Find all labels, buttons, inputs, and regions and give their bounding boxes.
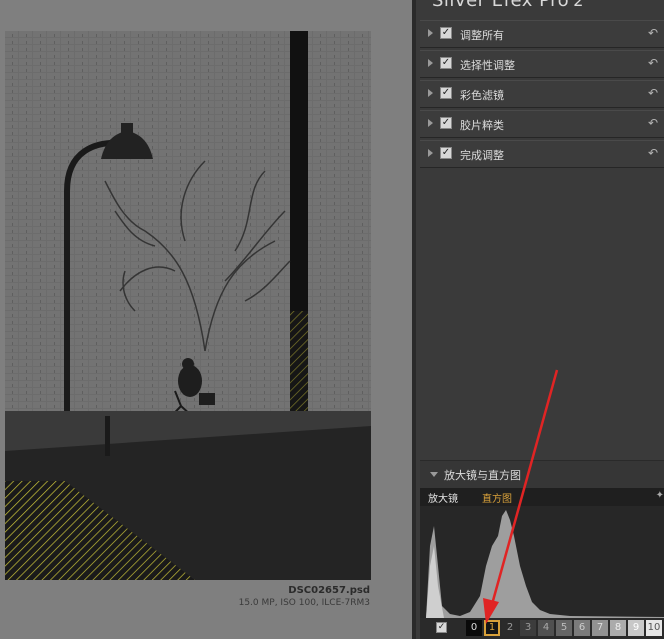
triangle-right-icon[interactable]: [428, 89, 433, 97]
triangle-right-icon[interactable]: [428, 29, 433, 37]
section-finishing-adjustments[interactable]: ✓ 完成调整 ↶: [420, 140, 664, 168]
section-checkbox[interactable]: ✓: [440, 57, 452, 69]
zone-5[interactable]: 5: [556, 620, 572, 636]
zone-2[interactable]: 2: [502, 620, 518, 636]
loupe-tabs: 放大镜 直方图 ✦: [420, 488, 664, 506]
histogram-plot: [420, 510, 664, 618]
section-checkbox[interactable]: ✓: [440, 117, 452, 129]
tab-histogram[interactable]: 直方图: [482, 490, 512, 505]
histogram-graph: [420, 506, 664, 618]
zone-9[interactable]: 9: [628, 620, 644, 636]
triangle-down-icon[interactable]: [430, 472, 438, 477]
section-checkbox[interactable]: ✓: [440, 87, 452, 99]
zone-toggle-checkbox[interactable]: ✓: [436, 622, 447, 633]
zone-7[interactable]: 7: [592, 620, 608, 636]
section-label: 彩色滤镜: [460, 89, 504, 102]
section-global-adjustments[interactable]: ✓ 调整所有 ↶: [420, 20, 664, 48]
photo-image: [5, 31, 371, 580]
section-checkbox[interactable]: ✓: [440, 147, 452, 159]
triangle-right-icon[interactable]: [428, 59, 433, 67]
app-version: 2: [573, 0, 584, 10]
photo-preview[interactable]: [5, 31, 371, 580]
section-label: 胶片粹类: [460, 119, 504, 132]
section-color-filter[interactable]: ✓ 彩色滤镜 ↶: [420, 80, 664, 108]
zone-8[interactable]: 8: [610, 620, 626, 636]
zone-3[interactable]: 3: [520, 620, 536, 636]
zone-4[interactable]: 4: [538, 620, 554, 636]
file-name: DSC02657.psd: [288, 585, 370, 596]
loupe-histogram-header[interactable]: 放大镜与直方图: [420, 460, 664, 488]
loupe-header-label: 放大镜与直方图: [444, 469, 521, 482]
image-canvas[interactable]: DSC02657.psd 15.0 MP, ISO 100, ILCE-7RM3: [0, 0, 412, 639]
control-panel: Silver Efex Pro 2 ✓ 调整所有 ↶ ✓ 选择性调整 ↶ ✓ 彩色…: [412, 0, 664, 639]
tab-loupe[interactable]: 放大镜: [428, 490, 458, 505]
reset-arrow-icon[interactable]: ↶: [648, 26, 658, 40]
reset-arrow-icon[interactable]: ↶: [648, 146, 658, 160]
section-label: 选择性调整: [460, 59, 515, 72]
file-info: 15.0 MP, ISO 100, ILCE-7RM3: [238, 598, 370, 608]
zone-selector: ✓ 0 1 2 3 4 5 6 7 8 9 10: [420, 618, 664, 639]
section-film-types[interactable]: ✓ 胶片粹类 ↶: [420, 110, 664, 138]
section-checkbox[interactable]: ✓: [440, 27, 452, 39]
reset-arrow-icon[interactable]: ↶: [648, 116, 658, 130]
panel-empty-area: [420, 170, 664, 458]
section-selective-adjustments[interactable]: ✓ 选择性调整 ↶: [420, 50, 664, 78]
app-title-name: Silver Efex Pro: [432, 0, 570, 11]
triangle-right-icon[interactable]: [428, 149, 433, 157]
section-label: 调整所有: [460, 29, 504, 42]
reset-arrow-icon[interactable]: ↶: [648, 56, 658, 70]
pin-icon[interactable]: ✦: [656, 490, 664, 501]
zone-6[interactable]: 6: [574, 620, 590, 636]
triangle-right-icon[interactable]: [428, 119, 433, 127]
zone-10[interactable]: 10: [646, 620, 662, 636]
zone-0[interactable]: 0: [466, 620, 482, 636]
reset-arrow-icon[interactable]: ↶: [648, 86, 658, 100]
zone-1[interactable]: 1: [484, 620, 500, 636]
section-label: 完成调整: [460, 149, 504, 162]
app-title: Silver Efex Pro 2: [432, 0, 584, 11]
